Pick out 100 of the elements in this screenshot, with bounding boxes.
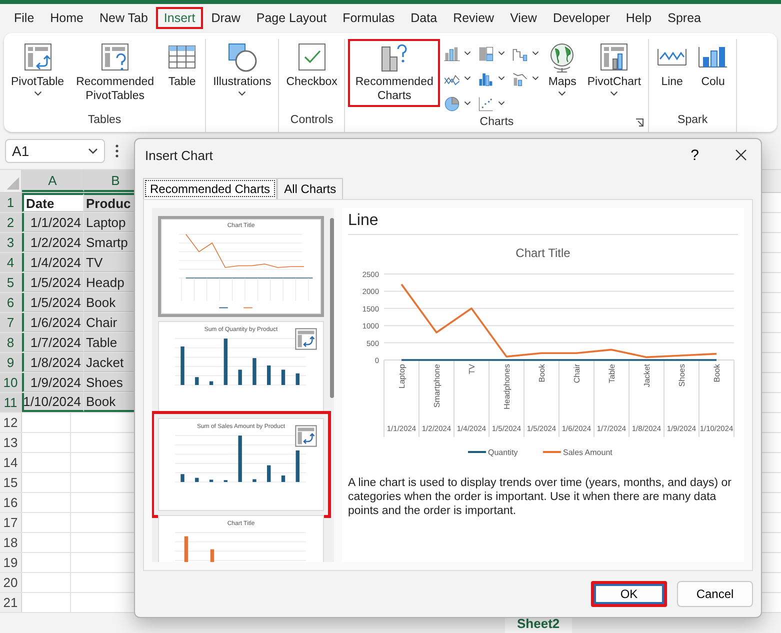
row-header[interactable]: 2 <box>0 213 22 232</box>
row-header[interactable]: 20 <box>0 573 22 592</box>
chart-type-title: Line <box>348 212 738 235</box>
ribbon-button[interactable]: PivotTable <box>7 39 68 100</box>
menu-tab[interactable]: Insert <box>156 7 204 29</box>
menu-tab[interactable]: Data <box>402 7 446 29</box>
row-header[interactable]: 6 <box>0 293 22 312</box>
row-header[interactable]: 14 <box>0 453 22 472</box>
table-cell: 1/5/2024 <box>22 273 84 292</box>
dialog-tab[interactable]: All Charts <box>277 178 344 199</box>
category-label: Jacket <box>642 364 652 388</box>
row-header[interactable]: 5 <box>0 273 22 292</box>
caret-icon <box>464 51 472 56</box>
row-header[interactable]: 7 <box>0 313 22 332</box>
ribbon-button[interactable]: Table <box>162 39 202 93</box>
menu-tab[interactable]: Formulas <box>334 7 403 29</box>
table-cell: 1/9/2024 <box>22 373 84 392</box>
legend-label: Quantity <box>488 448 518 457</box>
menu-tab[interactable]: Developer <box>544 7 618 29</box>
column-header[interactable]: A <box>22 170 84 192</box>
row-header[interactable]: 18 <box>0 533 22 552</box>
help-button[interactable]: ? <box>684 146 705 164</box>
ribbon-button[interactable]: Recommended Charts <box>348 39 440 107</box>
dialog-tab[interactable]: Recommended Charts <box>143 178 278 199</box>
ribbon-button[interactable]: PivotChart <box>583 39 646 100</box>
ribbon-button[interactable]: Colu <box>693 39 734 93</box>
caret-icon <box>464 101 472 106</box>
menu-tab[interactable]: Review <box>445 7 502 29</box>
row-header[interactable]: 4 <box>0 253 22 272</box>
dialog-launcher-icon[interactable] <box>635 118 644 127</box>
pivot-table-icon <box>22 41 54 73</box>
row-header[interactable]: 15 <box>0 473 22 492</box>
ribbon-button[interactable]: Recommended PivotTables <box>69 39 162 107</box>
category-label: Chair <box>572 364 582 384</box>
row-header[interactable]: 10 <box>0 373 22 392</box>
category-label: TV <box>468 364 476 374</box>
ribbon-button[interactable]: Checkbox <box>282 39 342 93</box>
chart-title: Chart Title <box>516 246 570 260</box>
table-cell: 1/5/2024 <box>22 293 84 312</box>
caret-icon <box>34 91 42 96</box>
row-header[interactable]: 11 <box>0 393 22 412</box>
table-cell: 1/7/2024 <box>22 333 84 352</box>
menu-tab[interactable]: New Tab <box>92 7 156 29</box>
row-header[interactable]: 17 <box>0 513 22 532</box>
category-label: Laptop <box>398 364 406 388</box>
pie-chart-icon <box>443 94 462 112</box>
ribbon-button[interactable]: Illustrations <box>209 39 276 100</box>
ribbon-button[interactable]: Maps <box>542 39 582 100</box>
menu-tab[interactable]: File <box>6 7 42 29</box>
row-header[interactable]: 1 <box>0 193 22 212</box>
group-label: Controls <box>290 114 334 128</box>
shapes-icon <box>226 41 258 73</box>
caret-icon <box>498 76 506 81</box>
row-header[interactable]: 19 <box>0 553 22 572</box>
table-cell: 1/4/2024 <box>22 253 84 272</box>
dialog-title: Insert Chart <box>145 148 214 162</box>
category-label: Book <box>712 364 722 382</box>
menu-tab[interactable]: Draw <box>203 7 248 29</box>
table-cell: 1/10/2024 <box>22 393 84 412</box>
caret-icon <box>464 76 472 81</box>
table-cell: 1/8/2024 <box>22 353 84 372</box>
menu-tab[interactable]: View <box>502 7 545 29</box>
ribbon-button[interactable]: Line <box>652 39 692 93</box>
row-header[interactable]: 8 <box>0 333 22 352</box>
caret-icon <box>558 91 566 96</box>
group-label: Spark <box>678 114 708 128</box>
category-label: Headphones <box>502 364 512 410</box>
caret-icon <box>532 76 540 81</box>
table-cell: Date <box>22 193 84 212</box>
menu-tab[interactable]: Page Layout <box>248 7 335 29</box>
dialog-button[interactable]: Cancel <box>677 581 753 607</box>
close-icon[interactable] <box>735 149 747 161</box>
table-cell: 1/6/2024 <box>22 313 84 332</box>
more-options-icon[interactable] <box>115 144 119 158</box>
category-label: Book <box>538 364 546 382</box>
scrollbar-thumb[interactable] <box>330 218 334 398</box>
column-chart-icon <box>443 44 462 62</box>
checkmark-icon <box>296 41 328 73</box>
pivot-table-question-icon <box>99 41 132 73</box>
row-header[interactable]: 16 <box>0 493 22 512</box>
menu-tab[interactable]: Help <box>618 7 660 29</box>
caret-icon <box>532 51 540 56</box>
row-header[interactable]: 3 <box>0 233 22 252</box>
group-label: Charts <box>480 116 514 130</box>
table-cell: 1/1/2024 <box>22 213 84 232</box>
dialog-button[interactable]: OK <box>591 581 667 607</box>
scatter-chart-icon <box>477 94 496 112</box>
group-label: Tables <box>88 114 122 128</box>
menu-tab[interactable]: Sprea <box>660 7 709 29</box>
menu-tab[interactable]: Home <box>42 7 92 29</box>
row-header[interactable]: 21 <box>0 593 22 612</box>
category-label: Table <box>608 364 616 384</box>
row-header[interactable]: 12 <box>0 413 22 432</box>
row-header[interactable]: 13 <box>0 433 22 452</box>
swap-icon <box>295 328 317 350</box>
caret-icon <box>88 148 98 154</box>
name-box[interactable]: A1 <box>5 138 105 162</box>
row-header[interactable]: 9 <box>0 353 22 372</box>
pivot-chart-icon <box>598 41 630 73</box>
caret-icon <box>610 91 618 96</box>
